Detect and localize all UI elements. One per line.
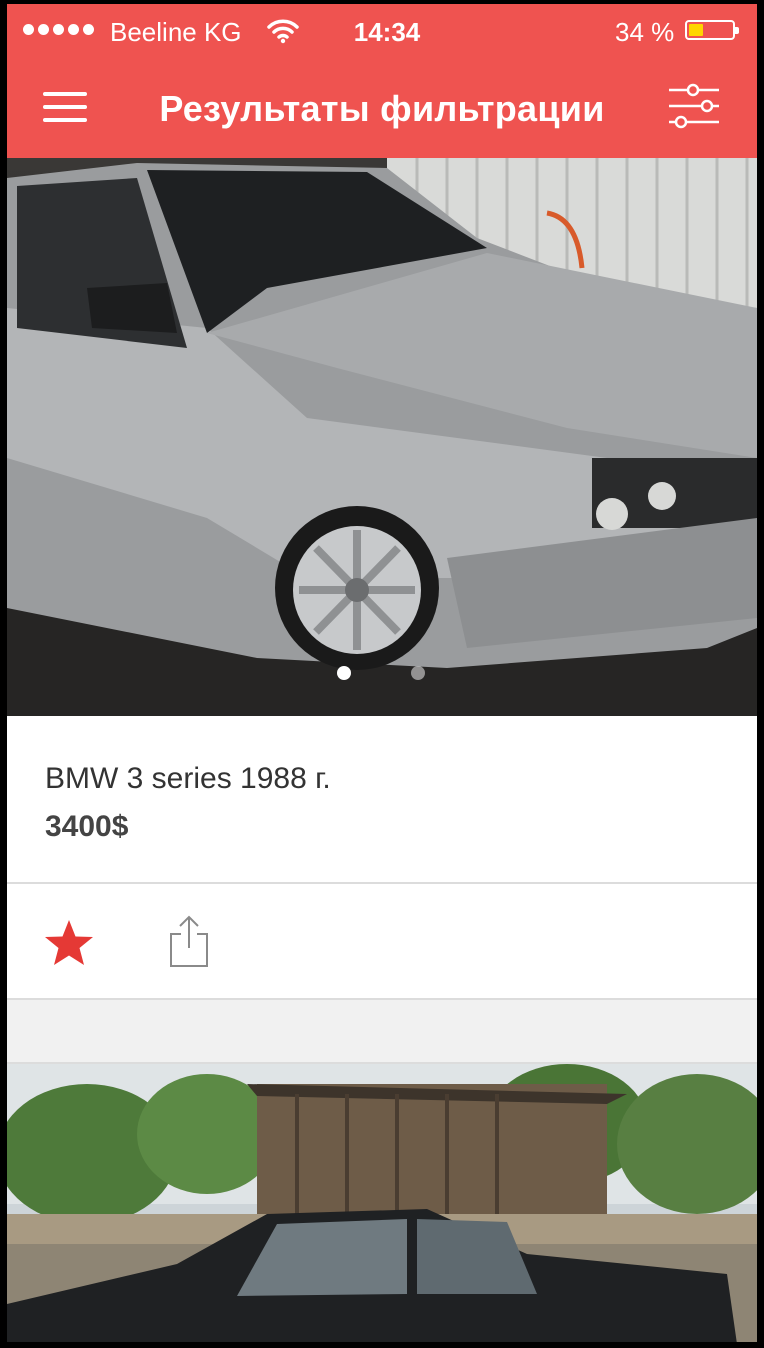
- status-bar: Beeline KG 14:34 34 %: [7, 4, 757, 58]
- battery-percent: 34 %: [615, 17, 675, 47]
- navigation-bar: Результаты фильтрации: [7, 58, 757, 158]
- page-title: Результаты фильтрации: [159, 88, 605, 129]
- photo-pagination[interactable]: [337, 666, 425, 680]
- app-screen: Beeline KG 14:34 34 % Результаты фильтра…: [7, 4, 757, 1342]
- favorite-star-icon[interactable]: [43, 918, 95, 968]
- listing-card[interactable]: BMW 3 series 1988 г. 3400$: [7, 158, 757, 998]
- battery-icon: [685, 20, 739, 40]
- listing-photo[interactable]: [7, 1064, 757, 1342]
- car-photo-image: [7, 158, 757, 716]
- listing-title: BMW 3 series 1988 г.: [45, 762, 331, 795]
- battery-fill: [689, 24, 703, 36]
- listing-price: 3400$: [45, 810, 129, 843]
- pagination-dot-active[interactable]: [337, 666, 351, 680]
- listing-info[interactable]: BMW 3 series 1988 г. 3400$: [7, 716, 757, 882]
- car-photo-image: [7, 1064, 757, 1342]
- listing-actions: [7, 884, 757, 998]
- share-icon[interactable]: [167, 914, 211, 968]
- pagination-dot[interactable]: [411, 666, 425, 680]
- card-separator: [7, 1000, 757, 1062]
- listing-photo[interactable]: [7, 158, 757, 716]
- sliders-filter-icon[interactable]: [667, 82, 721, 130]
